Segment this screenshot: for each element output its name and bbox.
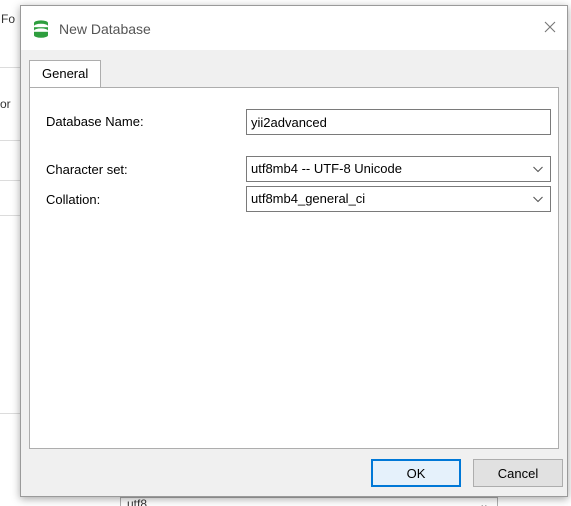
database-icon (34, 20, 48, 38)
general-panel: Database Name: Character set: utf8mb4 --… (29, 87, 559, 449)
background-label-fragment: or (0, 97, 11, 111)
chevron-down-icon (533, 196, 543, 203)
collation-label: Collation: (46, 192, 101, 207)
dialog-title: New Database (59, 21, 151, 37)
character-set-label: Character set: (46, 162, 128, 177)
character-set-select[interactable]: utf8mb4 -- UTF-8 Unicode (246, 156, 551, 182)
collation-value: utf8mb4_general_ci (251, 191, 366, 206)
background-label-fragment: Fo (1, 12, 16, 26)
chevron-down-icon (533, 166, 543, 173)
close-icon (544, 21, 556, 33)
database-name-label: Database Name: (46, 114, 144, 129)
tab-general[interactable]: General (29, 60, 102, 88)
background-divider (0, 180, 20, 181)
new-database-dialog: New Database General Database Name: Char… (20, 5, 568, 497)
background-divider (0, 67, 20, 68)
dialog-titlebar[interactable]: New Database (21, 6, 567, 50)
ok-button[interactable]: OK (371, 459, 461, 487)
background-select: utf8 ⌄ (120, 497, 498, 506)
cancel-button[interactable]: Cancel (473, 459, 563, 487)
background-divider (0, 140, 20, 141)
background-divider (0, 215, 20, 216)
collation-select[interactable]: utf8mb4_general_ci (246, 186, 551, 212)
background-select-value: utf8 (127, 497, 148, 506)
character-set-value: utf8mb4 -- UTF-8 Unicode (251, 161, 402, 176)
close-button[interactable] (533, 12, 567, 42)
chevron-down-icon: ⌄ (478, 497, 489, 506)
database-name-input[interactable] (246, 109, 551, 135)
background-divider (0, 413, 20, 414)
